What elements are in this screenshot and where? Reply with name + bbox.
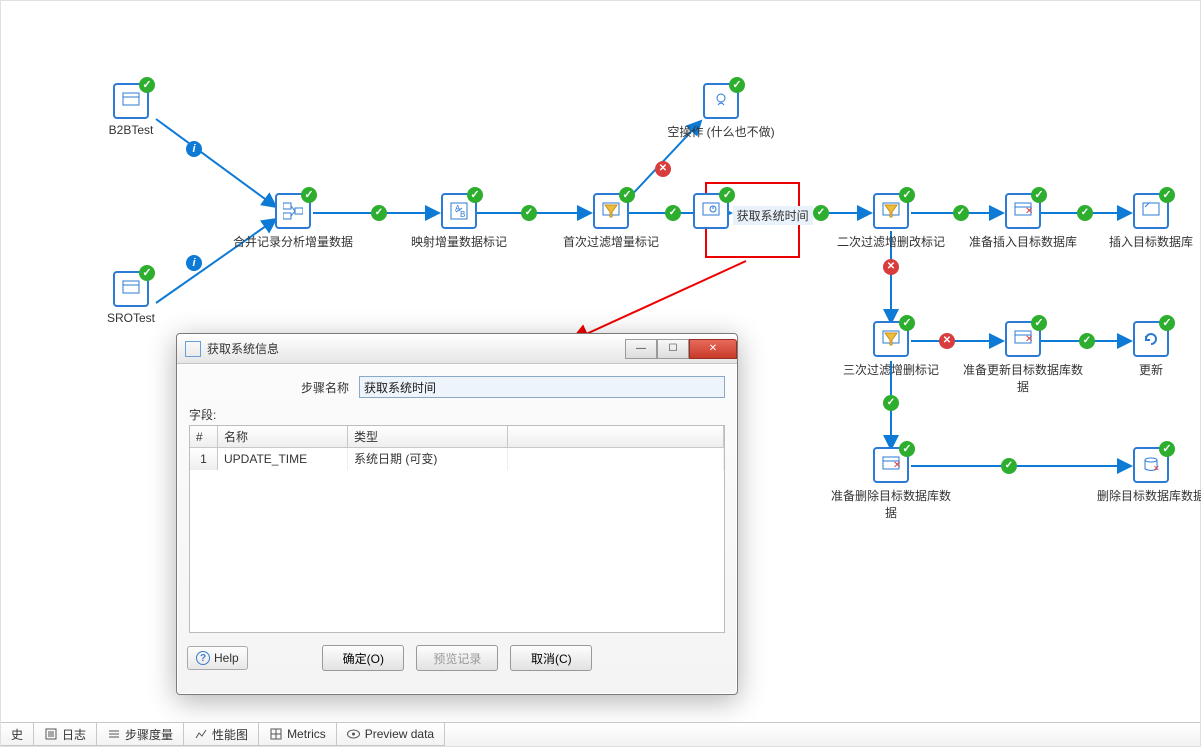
tab-metrics[interactable]: Metrics	[259, 723, 337, 746]
node-label: SROTest	[71, 311, 191, 325]
check-icon: ✓	[1031, 315, 1047, 331]
col-name[interactable]: 名称	[218, 426, 348, 448]
node-delete[interactable]: ✕ ✓ 删除目标数据库数据	[1091, 447, 1201, 504]
node-label: 更新	[1091, 361, 1201, 378]
node-label: 获取系统时间	[733, 206, 813, 225]
col-idx[interactable]: #	[190, 426, 218, 448]
help-button[interactable]: ? Help	[187, 646, 248, 670]
info-icon: i	[186, 141, 202, 157]
node-b2btest[interactable]: ✓ B2BTest	[71, 83, 191, 137]
table-empty-area[interactable]	[190, 470, 724, 632]
dialog-get-system-info[interactable]: 获取系统信息 — ☐ ✕ 步骤名称 字段: # 名称 类型	[176, 333, 738, 695]
hop-error-icon: ✕	[883, 259, 899, 275]
node-label: 二次过滤增删改标记	[831, 233, 951, 250]
table-row[interactable]: 1 UPDATE_TIME 系统日期 (可变)	[190, 448, 724, 470]
close-button[interactable]: ✕	[689, 339, 737, 359]
cell-idx: 1	[190, 448, 218, 470]
chart-icon	[194, 728, 207, 741]
minimize-button[interactable]: —	[625, 339, 657, 359]
hop-error-icon: ✕	[655, 161, 671, 177]
node-label: 插入目标数据库	[1091, 233, 1201, 250]
check-icon: ✓	[719, 187, 735, 203]
check-icon: ✓	[729, 77, 745, 93]
eye-icon	[347, 728, 360, 741]
node-getsystime[interactable]: ✓ 获取系统时间	[693, 193, 813, 229]
check-icon: ✓	[139, 265, 155, 281]
col-blank	[508, 426, 724, 448]
check-icon: ✓	[139, 77, 155, 93]
dialog-titlebar[interactable]: 获取系统信息 — ☐ ✕	[177, 334, 737, 364]
check-icon: ✓	[1159, 315, 1175, 331]
check-icon: ✓	[899, 315, 915, 331]
hop-ok-icon: ✓	[521, 205, 537, 221]
node-insert[interactable]: ✓ 插入目标数据库	[1091, 193, 1201, 250]
col-type[interactable]: 类型	[348, 426, 508, 448]
node-label: 映射增量数据标记	[399, 233, 519, 250]
tab-performance[interactable]: 性能图	[184, 723, 259, 746]
svg-text:✕: ✕	[1025, 334, 1032, 345]
dialog-icon	[185, 341, 201, 357]
node-label: 准备删除目标数据库数据	[831, 487, 951, 521]
node-third-filter[interactable]: ✓ 三次过滤增删标记	[831, 321, 951, 378]
hop-ok-icon: ✓	[813, 205, 829, 221]
hop-ok-icon: ✓	[665, 205, 681, 221]
node-prep-delete[interactable]: ✕ ✓ 准备删除目标数据库数据	[831, 447, 951, 521]
hop-ok-icon: ✓	[371, 205, 387, 221]
node-noop[interactable]: ✓ 空操作 (什么也不做)	[661, 83, 781, 140]
tab-preview[interactable]: Preview data	[337, 723, 445, 746]
workflow-canvas[interactable]: ✓ B2BTest ✓ SROTest i i ✓ 合并记录分析增量数据 ✓ A…	[0, 0, 1201, 747]
node-label: 空操作 (什么也不做)	[661, 123, 781, 140]
node-srotest[interactable]: ✓ SROTest	[71, 271, 191, 325]
node-label: 首次过滤增量标记	[551, 233, 671, 250]
dialog-title: 获取系统信息	[207, 340, 279, 357]
cell-type[interactable]: 系统日期 (可变)	[348, 448, 508, 470]
tab-history[interactable]: 史	[1, 723, 34, 746]
help-icon: ?	[196, 651, 210, 665]
svg-text:✕: ✕	[893, 460, 900, 471]
check-icon: ✓	[899, 187, 915, 203]
check-icon: ✓	[301, 187, 317, 203]
node-second-filter[interactable]: ✓ 二次过滤增删改标记	[831, 193, 951, 250]
check-icon: ✓	[899, 441, 915, 457]
check-icon: ✓	[1031, 187, 1047, 203]
node-label: 三次过滤增删标记	[831, 361, 951, 378]
node-prep-update[interactable]: ✕ ✓ 准备更新目标数据库数据	[963, 321, 1083, 395]
tab-step-metrics[interactable]: 步骤度量	[97, 723, 184, 746]
grid-icon	[269, 728, 282, 741]
cell-name[interactable]: UPDATE_TIME	[218, 448, 348, 470]
fields-table[interactable]: # 名称 类型 1 UPDATE_TIME 系统日期 (可变)	[189, 425, 725, 633]
node-label: 合并记录分析增量数据	[233, 233, 353, 250]
check-icon: ✓	[467, 187, 483, 203]
node-label: 准备更新目标数据库数据	[963, 361, 1083, 395]
svg-text:✕: ✕	[1025, 206, 1032, 217]
tab-log[interactable]: 日志	[34, 723, 97, 746]
node-prep-insert[interactable]: ✕ ✓ 准备插入目标数据库	[963, 193, 1083, 250]
hop-ok-icon: ✓	[883, 395, 899, 411]
preview-button[interactable]: 预览记录	[416, 645, 498, 671]
node-label: 删除目标数据库数据	[1091, 487, 1201, 504]
hop-ok-icon: ✓	[1001, 458, 1017, 474]
cancel-button[interactable]: 取消(C)	[510, 645, 592, 671]
node-first-filter[interactable]: ✓ 首次过滤增量标记	[551, 193, 671, 250]
svg-text:B: B	[460, 210, 465, 219]
check-icon: ✓	[619, 187, 635, 203]
check-icon: ✓	[1159, 441, 1175, 457]
node-label: 准备插入目标数据库	[963, 233, 1083, 250]
check-icon: ✓	[1159, 187, 1175, 203]
node-merge[interactable]: ✓ 合并记录分析增量数据	[233, 193, 353, 250]
step-name-label: 步骤名称	[189, 379, 359, 396]
maximize-button[interactable]: ☐	[657, 339, 689, 359]
node-map[interactable]: AB ✓ 映射增量数据标记	[399, 193, 519, 250]
hop-error-icon: ✕	[939, 333, 955, 349]
step-name-input[interactable]	[359, 376, 725, 398]
info-icon: i	[186, 255, 202, 271]
log-icon	[44, 728, 57, 741]
bottom-tabs: 史 日志 步骤度量 性能图 Metrics Preview data	[1, 722, 1200, 746]
svg-text:✕: ✕	[1153, 464, 1160, 473]
node-update[interactable]: ✓ 更新	[1091, 321, 1201, 378]
step-icon	[107, 728, 120, 741]
node-label: B2BTest	[71, 123, 191, 137]
fields-heading: 字段:	[189, 406, 725, 423]
ok-button[interactable]: 确定(O)	[322, 645, 404, 671]
